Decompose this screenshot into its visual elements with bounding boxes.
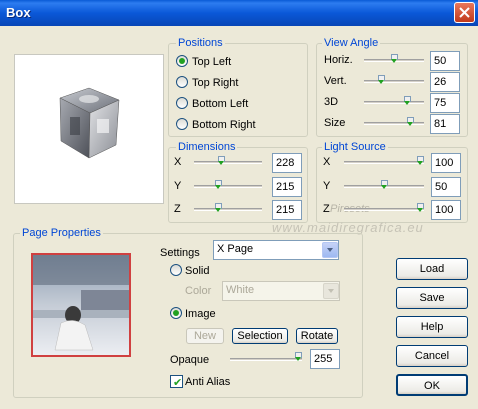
ok-button[interactable]: OK [396, 374, 468, 396]
dimensions-1-label: Y [174, 180, 182, 192]
radio-top-right[interactable] [176, 76, 188, 88]
view-angle-3-slider-track[interactable] [364, 122, 424, 125]
close-button[interactable] [454, 2, 475, 23]
dimensions-1-slider-thumb[interactable] [215, 180, 222, 190]
dimensions-0-value-field[interactable]: 228 [272, 153, 302, 173]
bride-photo [33, 255, 129, 355]
light-source-0-value-field[interactable]: 100 [431, 153, 461, 173]
settings-select[interactable]: X Page [213, 240, 339, 260]
settings-dropdown-icon[interactable] [322, 242, 338, 258]
view-angle-0-value-field[interactable]: 50 [430, 51, 460, 71]
anti-alias-checkbox[interactable]: ✔ [170, 375, 183, 389]
image-radio[interactable] [170, 307, 182, 319]
dimensions-2-slider-thumb[interactable] [215, 203, 222, 213]
light-source-0-slider-track[interactable] [344, 161, 424, 164]
dimensions-2-slider-track[interactable] [194, 208, 262, 211]
view-angle-1-slider-thumb[interactable] [378, 75, 385, 85]
view-angle-3-value-field[interactable]: 81 [430, 114, 460, 134]
label-top-right: Top Right [192, 77, 239, 89]
light-source-1-slider-thumb[interactable] [381, 180, 388, 190]
dimensions-0-slider-track[interactable] [194, 161, 262, 164]
light-source-2-label: Z [323, 203, 330, 215]
window-title: Box [6, 5, 31, 20]
positions-title: Positions [176, 37, 225, 49]
color-label: Color [185, 285, 212, 297]
solid-radio[interactable] [170, 264, 182, 276]
settings-value: X Page [217, 243, 254, 255]
dimensions-0-slider-thumb[interactable] [218, 156, 225, 166]
view-angle-1-slider-track[interactable] [364, 80, 424, 83]
opaque-slider-track[interactable] [230, 358, 302, 361]
page-image-preview [31, 253, 131, 357]
opaque-slider-thumb[interactable] [295, 352, 302, 362]
view-angle-2-value-field[interactable]: 75 [430, 93, 460, 113]
anti-alias-label: Anti Alias [185, 376, 231, 388]
radio-top-left[interactable] [176, 55, 188, 67]
selection-button[interactable]: Selection [232, 328, 288, 344]
solid-label: Solid [185, 265, 210, 277]
dimensions-title: Dimensions [176, 141, 238, 153]
dimensions-2-label: Z [174, 203, 181, 215]
label-top-left: Top Left [192, 56, 232, 68]
image-label: Image [185, 308, 216, 320]
view-angle-0-slider-thumb[interactable] [391, 54, 398, 64]
light-source-0-label: X [323, 156, 331, 168]
title-bar [0, 0, 478, 26]
new-button[interactable]: New [186, 328, 224, 344]
load-button[interactable]: Load [396, 258, 468, 280]
light-source-1-label: Y [323, 180, 331, 192]
rotate-button[interactable]: Rotate [296, 328, 338, 344]
view-angle-3-label: Size [324, 117, 346, 129]
color-dropdown-icon[interactable] [323, 283, 339, 299]
light-source-2-slider-track[interactable] [344, 208, 424, 211]
dimensions-1-value-field[interactable]: 215 [272, 177, 302, 197]
view-angle-1-label: Vert. [324, 75, 347, 87]
view-angle-2-label: 3D [324, 96, 339, 108]
label-bottom-right: Bottom Right [192, 119, 256, 131]
view-angle-2-slider-thumb[interactable] [404, 96, 411, 106]
help-button[interactable]: Help [396, 316, 468, 338]
dimensions-1-slider-track[interactable] [194, 185, 262, 188]
radio-bottom-right[interactable] [176, 118, 188, 130]
opaque-label: Opaque [170, 354, 210, 366]
color-value: White [226, 284, 255, 296]
settings-label: Settings [160, 247, 200, 259]
label-bottom-left: Bottom Left [192, 98, 249, 110]
light-source-0-slider-thumb[interactable] [417, 156, 424, 166]
save-button[interactable]: Save [396, 287, 468, 309]
view-angle-title: View Angle [322, 37, 381, 49]
view-angle-1-value-field[interactable]: 26 [430, 72, 460, 92]
light-source-1-value-field[interactable]: 50 [431, 177, 461, 197]
view-angle-2-slider-track[interactable] [364, 101, 424, 104]
opaque-value-field[interactable]: 255 [310, 349, 340, 369]
dimensions-2-value-field[interactable]: 215 [272, 200, 302, 220]
cube-image [59, 87, 120, 159]
light-source-2-value-field[interactable]: 100 [431, 200, 461, 220]
light-source-2-slider-thumb[interactable] [417, 203, 424, 213]
radio-bottom-left[interactable] [176, 97, 188, 109]
checkmark-icon: ✔ [173, 377, 183, 389]
view-angle-3-slider-thumb[interactable] [407, 117, 414, 127]
light-source-title: Light Source [322, 141, 388, 153]
page-properties-title: Page Properties [20, 227, 103, 239]
cancel-button[interactable]: Cancel [396, 345, 468, 367]
close-icon [459, 7, 470, 18]
cube-preview [14, 54, 164, 204]
dimensions-0-label: X [174, 156, 182, 168]
view-angle-0-label: Horiz. [324, 54, 353, 66]
